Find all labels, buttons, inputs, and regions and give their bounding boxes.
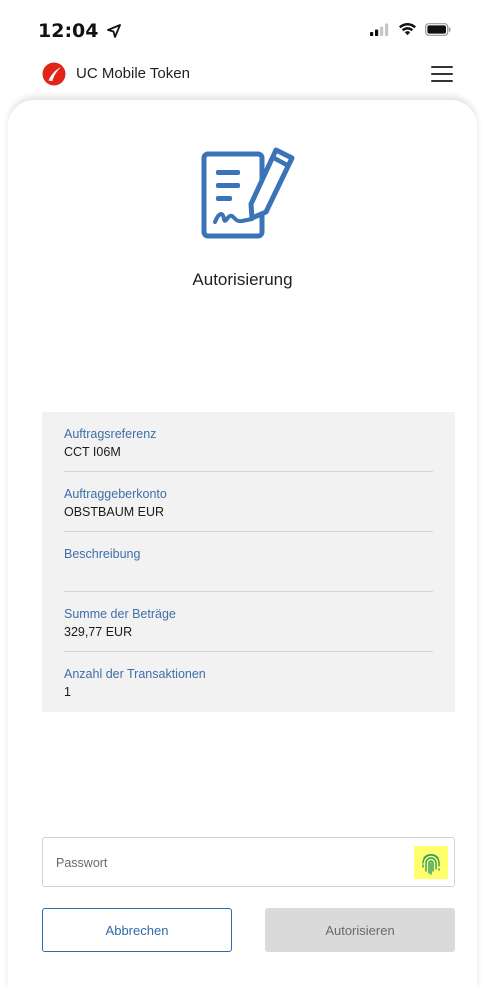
authorize-button[interactable]: Autorisieren (265, 908, 455, 952)
status-icons (370, 22, 451, 36)
location-arrow-icon (107, 24, 122, 38)
detail-row-order-reference: Auftragsreferenz CCT I06M (64, 426, 433, 472)
detail-row-description: Beschreibung (64, 546, 433, 592)
detail-label: Beschreibung (64, 547, 141, 561)
detail-value: OBSTBAUM EUR (64, 505, 165, 519)
transaction-details-card: Auftragsreferenz CCT I06M Auftraggeberko… (42, 412, 455, 712)
document-sign-icon (201, 147, 295, 239)
fingerprint-icon (422, 853, 440, 875)
cancel-button[interactable]: Abbrechen (42, 908, 232, 952)
detail-value: CCT I06M (64, 445, 121, 459)
detail-row-transaction-count: Anzahl der Transaktionen 1 (64, 666, 433, 706)
unicredit-logo-icon (42, 62, 66, 86)
detail-label: Summe der Beträge (64, 607, 176, 621)
detail-row-total-amount: Summe der Beträge 329,77 EUR (64, 606, 433, 652)
hamburger-menu-icon[interactable] (431, 66, 453, 84)
status-bar: 12:04 (0, 0, 485, 48)
wifi-icon (399, 22, 416, 36)
detail-row-originator-account: Auftraggeberkonto OBSTBAUM EUR (64, 486, 433, 532)
status-time: 12:04 (38, 20, 122, 42)
clock-text: 12:04 (38, 20, 99, 42)
detail-value: 329,77 EUR (64, 625, 133, 639)
cellular-signal-icon (370, 23, 389, 36)
page-title: Autorisierung (192, 270, 293, 289)
detail-label: Auftragsreferenz (64, 427, 157, 441)
password-field (42, 837, 455, 887)
battery-icon (425, 22, 451, 36)
fingerprint-button[interactable] (414, 846, 448, 879)
detail-label: Auftraggeberkonto (64, 487, 167, 501)
detail-value: 1 (64, 685, 71, 699)
detail-label: Anzahl der Transaktionen (64, 667, 206, 681)
app-header: UC Mobile Token (0, 56, 485, 96)
app-name: UC Mobile Token (76, 65, 190, 82)
password-input[interactable] (56, 852, 396, 874)
